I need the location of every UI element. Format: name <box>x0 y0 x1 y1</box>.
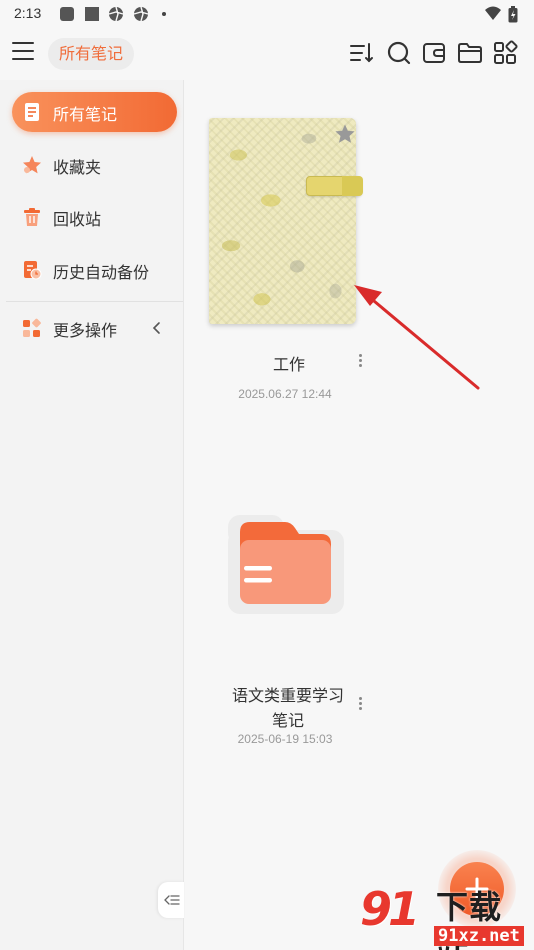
sidebar-item-label: 所有笔记 <box>53 105 118 124</box>
backup-icon <box>22 260 42 280</box>
sort-icon[interactable] <box>349 40 375 66</box>
sidebar-item-more-actions[interactable]: 更多操作 <box>12 308 177 348</box>
sidebar-item-label: 回收站 <box>53 210 102 229</box>
notebook-cover[interactable] <box>209 118 356 324</box>
folder-icon[interactable] <box>457 40 483 66</box>
folder-thumbnail[interactable] <box>225 512 345 616</box>
status-time: 2:13 <box>14 5 42 21</box>
battery-icon <box>508 6 518 23</box>
note-title-line2[interactable]: 笔记 <box>218 707 358 731</box>
status-bar: 2:13 <box>0 0 534 28</box>
wallet-icon[interactable] <box>421 40 447 66</box>
search-icon[interactable] <box>386 40 412 66</box>
top-toolbar: 所有笔记 <box>0 28 534 80</box>
watermark-logo: 91 <box>360 882 420 936</box>
note-date: 2025.06.27 12:44 <box>238 387 332 401</box>
notebook-icon <box>22 102 42 122</box>
note-title[interactable]: 工作 <box>239 351 339 375</box>
sidebar-item-label: 更多操作 <box>53 321 118 340</box>
trash-icon <box>22 207 42 227</box>
notebook-clasp <box>342 176 363 196</box>
more-notifications-dot <box>162 12 166 16</box>
folder-icon <box>228 515 344 614</box>
favorite-star-icon[interactable] <box>334 123 356 145</box>
sidebar-item-all-notes[interactable]: 所有笔记 <box>12 92 177 132</box>
app-notification-icon <box>84 6 100 22</box>
note-title-line1[interactable]: 语文类重要学习 <box>218 682 358 706</box>
collapse-icon <box>164 892 180 912</box>
menu-button[interactable] <box>12 40 36 66</box>
app-notification-icon <box>59 6 75 22</box>
aperture-icon <box>108 6 124 22</box>
star-icon <box>22 155 42 175</box>
sidebar: 所有笔记 收藏夹 回收站 历史自动备份 更多操作 <box>0 80 184 950</box>
watermark-domain: 91xz.net <box>434 926 524 946</box>
sidebar-item-favorites[interactable]: 收藏夹 <box>12 145 177 185</box>
sidebar-collapse-button[interactable] <box>158 882 184 918</box>
watermark: 91 下载站 91xz.net <box>360 880 534 950</box>
wifi-icon <box>484 6 501 22</box>
chevron-left-icon <box>152 320 162 340</box>
more-options-icon[interactable] <box>356 696 364 712</box>
sidebar-item-label: 收藏夹 <box>53 158 102 177</box>
grid-icon <box>22 318 42 338</box>
sidebar-item-trash[interactable]: 回收站 <box>12 197 177 237</box>
page-title[interactable]: 所有笔记 <box>48 38 135 70</box>
note-date: 2025-06-19 15:03 <box>237 732 333 746</box>
more-options-icon[interactable] <box>356 353 364 369</box>
aperture-icon <box>133 6 149 22</box>
sidebar-item-label: 历史自动备份 <box>53 263 150 282</box>
apps-grid-icon[interactable] <box>493 40 519 66</box>
notes-grid: 工作 2025.06.27 12:44 语文类重要学习 笔记 2025-06-1… <box>185 80 534 950</box>
sidebar-divider <box>6 301 183 302</box>
sidebar-item-history-backup[interactable]: 历史自动备份 <box>12 250 177 290</box>
